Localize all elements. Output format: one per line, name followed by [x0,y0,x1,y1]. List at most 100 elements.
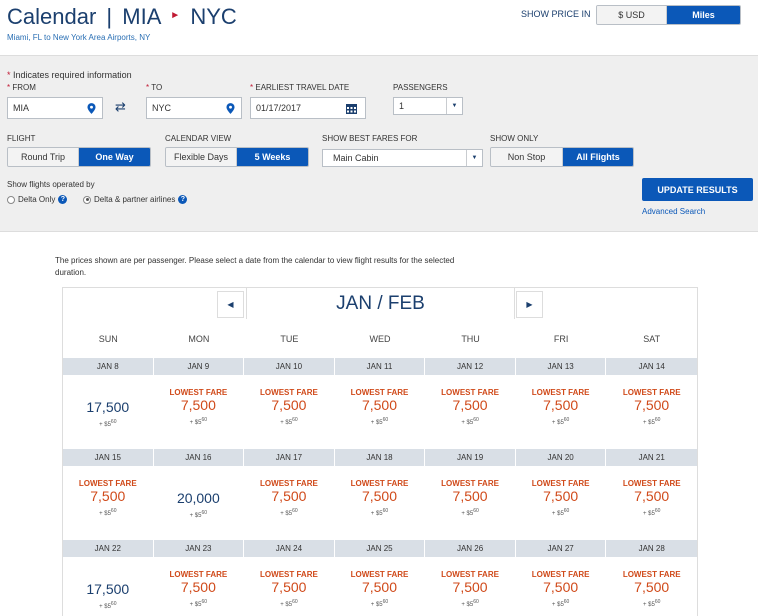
fare-price[interactable]: 7,500 [606,397,697,413]
fare-price[interactable]: 7,500 [244,579,334,595]
day-date-header: JAN 19 [425,449,515,466]
day-fare-body[interactable]: LOWEST FARE 7,500 + $560 [515,557,606,616]
day-fare-body[interactable]: LOWEST FARE 7,500 + $560 [425,466,515,540]
all-flights-button[interactable]: All Flights [563,148,633,166]
calendar-day-cell[interactable]: JAN 15 LOWEST FARE 7,500 + $560 [63,449,154,540]
calendar-day-cell[interactable]: JAN 21 LOWEST FARE 7,500 + $560 [606,449,697,540]
calendar-day-cell[interactable]: JAN 10 LOWEST FARE 7,500 + $560 [244,358,335,449]
fare-price[interactable]: 17,500 [63,399,153,415]
fare-price[interactable]: 7,500 [244,397,334,413]
calendar-day-cell[interactable]: JAN 9 LOWEST FARE 7,500 + $560 [153,358,245,449]
next-month-button[interactable]: ▶ [516,291,543,318]
calendar-day-cell[interactable]: JAN 20 LOWEST FARE 7,500 + $560 [515,449,607,540]
one-way-button[interactable]: One Way [79,148,150,166]
fare-price[interactable]: 7,500 [606,488,697,504]
page-header: Calendar | MIA ► NYC Miami, FL to New Yo… [0,0,758,55]
help-icon[interactable]: ? [178,195,188,204]
fare-price[interactable]: 17,500 [63,581,153,597]
day-fare-body[interactable]: LOWEST FARE 7,500 + $560 [334,466,425,540]
day-fare-body[interactable]: LOWEST FARE 7,500 + $560 [334,375,425,449]
lowest-fare-label: LOWEST FARE [622,388,681,397]
day-date-header: JAN 16 [153,449,244,466]
calendar-day-cell[interactable]: JAN 26 LOWEST FARE 7,500 + $560 [425,540,516,616]
round-trip-button[interactable]: Round Trip [8,148,79,166]
price-miles-button[interactable]: Miles [667,6,740,24]
help-icon[interactable]: ? [58,195,68,204]
passengers-select[interactable]: 1 ▼ [393,97,463,115]
calendar-day-cell[interactable]: JAN 11 LOWEST FARE 7,500 + $560 [334,358,426,449]
dow-thu: THU [461,333,480,344]
calendar-icon[interactable] [346,104,357,114]
calendar-day-cell[interactable]: JAN 16 20,000 + $560 [153,449,245,540]
flexible-days-button[interactable]: Flexible Days [166,148,237,166]
day-fare-body[interactable]: LOWEST FARE 7,500 + $560 [425,375,515,449]
fare-price[interactable]: 7,500 [244,488,334,504]
calendar-day-cell[interactable]: JAN 24 LOWEST FARE 7,500 + $560 [244,540,335,616]
calendar-day-cell[interactable]: JAN 18 LOWEST FARE 7,500 + $560 [334,449,426,540]
calendar-day-cell[interactable]: JAN 17 LOWEST FARE 7,500 + $560 [244,449,335,540]
advanced-search-link[interactable]: Advanced Search [642,207,705,216]
fare-price[interactable]: 7,500 [516,579,606,595]
day-fare-body[interactable]: LOWEST FARE 7,500 + $560 [153,557,244,616]
fare-price[interactable]: 7,500 [425,579,515,595]
day-fare-body[interactable]: 20,000 + $560 [153,466,244,540]
tax-cents: 60 [473,508,479,514]
fare-price[interactable]: 7,500 [425,397,515,413]
fare-price[interactable]: 7,500 [63,488,153,504]
swap-arrows-icon[interactable]: ⇄ [115,99,126,115]
day-fare-body[interactable]: LOWEST FARE 7,500 + $560 [244,375,334,449]
radio-delta-partner[interactable]: Delta & partner airlines ? [83,195,188,204]
update-results-button[interactable]: UPDATE RESULTS [642,178,753,201]
radio-delta-only[interactable]: Delta Only ? [7,195,68,204]
day-fare-body[interactable]: 17,500 + $560 [63,557,153,616]
radio-circle[interactable] [83,195,91,204]
calendar-day-cell[interactable]: JAN 28 LOWEST FARE 7,500 + $560 [606,540,697,616]
fare-price[interactable]: 20,000 [154,490,244,506]
price-usd-button[interactable]: $ USD [597,6,667,24]
fare-price[interactable]: 7,500 [154,579,244,595]
to-field[interactable]: NYC [146,97,242,119]
day-fare-body[interactable]: LOWEST FARE 7,500 + $560 [606,375,697,449]
five-weeks-button[interactable]: 5 Weeks [237,148,308,166]
bestfare-select[interactable]: Main Cabin ▼ [322,149,483,167]
bestfare-label: SHOW BEST FARES FOR [322,134,418,143]
day-fare-body[interactable]: LOWEST FARE 7,500 + $560 [63,466,153,540]
calendar-day-cell[interactable]: JAN 19 LOWEST FARE 7,500 + $560 [425,449,516,540]
day-fare-body[interactable]: LOWEST FARE 7,500 + $560 [153,375,244,449]
fare-price[interactable]: 7,500 [516,488,606,504]
calendar-day-cell[interactable]: JAN 27 LOWEST FARE 7,500 + $560 [515,540,607,616]
calendar-week-row: JAN 15 LOWEST FARE 7,500 + $560 JAN 16 20,000… [63,449,697,540]
fare-price[interactable]: 7,500 [425,488,515,504]
calendar-day-cell[interactable]: JAN 12 LOWEST FARE 7,500 + $560 [425,358,516,449]
calendar-day-cell[interactable]: JAN 22 17,500 + $560 [63,540,154,616]
prev-month-button[interactable]: ◀ [217,291,244,318]
fare-price[interactable]: 7,500 [335,397,425,413]
calendar-day-cell[interactable]: JAN 14 LOWEST FARE 7,500 + $560 [606,358,697,449]
non-stop-button[interactable]: Non Stop [491,148,563,166]
fare-price[interactable]: 7,500 [335,488,425,504]
day-fare-body[interactable]: LOWEST FARE 7,500 + $560 [515,466,606,540]
day-fare-body[interactable]: LOWEST FARE 7,500 + $560 [425,557,515,616]
fare-price[interactable]: 7,500 [154,397,244,413]
radio-circle[interactable] [7,195,15,204]
fare-price[interactable]: 7,500 [335,579,425,595]
location-pin-icon[interactable] [87,103,96,114]
calendar-day-cell[interactable]: JAN 25 LOWEST FARE 7,500 + $560 [334,540,426,616]
day-fare-body[interactable]: LOWEST FARE 7,500 + $560 [515,375,606,449]
fare-price[interactable]: 7,500 [516,397,606,413]
calendar-day-cell[interactable]: JAN 23 LOWEST FARE 7,500 + $560 [153,540,245,616]
day-fare-body[interactable]: LOWEST FARE 7,500 + $560 [606,557,697,616]
day-fare-body[interactable]: LOWEST FARE 7,500 + $560 [334,557,425,616]
calendar-day-cell[interactable]: JAN 13 LOWEST FARE 7,500 + $560 [515,358,607,449]
fare-price[interactable]: 7,500 [606,579,697,595]
location-pin-icon[interactable] [226,103,235,114]
calendar-day-cell[interactable]: JAN 8 17,500 + $560 [63,358,154,449]
day-fare-body[interactable]: 17,500 + $560 [63,375,153,449]
lowest-fare-label: LOWEST FARE [169,570,228,579]
tax-cents: 60 [110,419,117,425]
day-fare-body[interactable]: LOWEST FARE 7,500 + $560 [606,466,697,540]
date-field[interactable]: 01/17/2017 [250,97,366,119]
day-fare-body[interactable]: LOWEST FARE 7,500 + $560 [244,557,334,616]
from-field[interactable]: MIA [7,97,103,119]
day-fare-body[interactable]: LOWEST FARE 7,500 + $560 [244,466,334,540]
